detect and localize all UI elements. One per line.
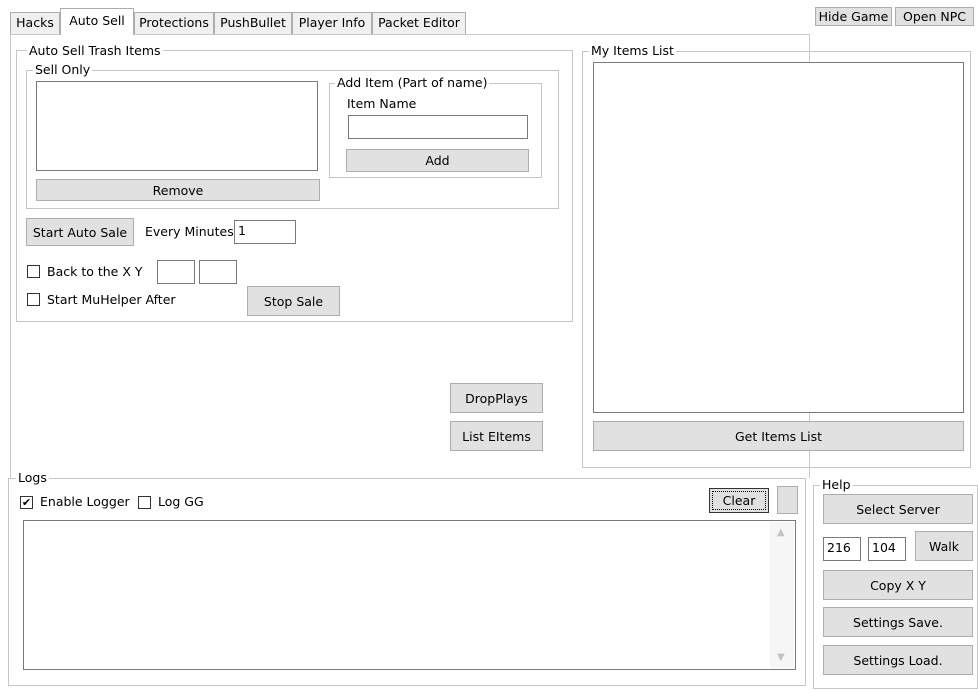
tab-protections[interactable]: Protections bbox=[134, 12, 214, 34]
back-x-input[interactable] bbox=[157, 260, 195, 284]
scroll-down-icon[interactable]: ▼ bbox=[777, 653, 785, 663]
log-gg-checkbox[interactable] bbox=[138, 496, 151, 509]
start-muhelper-label: Start MuHelper After bbox=[47, 292, 176, 307]
settings-load-button[interactable]: Settings Load. bbox=[823, 645, 973, 675]
select-server-button[interactable]: Select Server bbox=[823, 494, 973, 524]
back-y-input[interactable] bbox=[199, 260, 237, 284]
back-to-xy-label: Back to the X Y bbox=[47, 264, 143, 279]
help-y-input[interactable]: 104 bbox=[868, 537, 906, 561]
clear-button[interactable]: Clear bbox=[709, 488, 769, 513]
auto-sell-group-title: Auto Sell Trash Items bbox=[27, 43, 163, 58]
get-items-list-button[interactable]: Get Items List bbox=[593, 421, 964, 451]
help-x-input[interactable]: 216 bbox=[823, 537, 861, 561]
stop-sale-button[interactable]: Stop Sale bbox=[247, 286, 340, 316]
logs-title: Logs bbox=[16, 470, 49, 485]
add-button[interactable]: Add bbox=[346, 149, 529, 172]
logs-extra-button[interactable] bbox=[777, 486, 798, 514]
every-minutes-label: Every Minutes bbox=[145, 224, 234, 239]
start-muhelper-checkbox[interactable] bbox=[27, 293, 40, 306]
walk-button[interactable]: Walk bbox=[915, 531, 973, 561]
enable-logger-label: Enable Logger bbox=[40, 494, 130, 509]
tab-player-info[interactable]: Player Info bbox=[292, 12, 372, 34]
copy-xy-button[interactable]: Copy X Y bbox=[823, 570, 973, 600]
scroll-up-icon[interactable]: ▲ bbox=[777, 528, 785, 538]
open-npc-button[interactable]: Open NPC bbox=[895, 7, 974, 26]
tab-auto-sell[interactable]: Auto Sell bbox=[60, 8, 134, 35]
enable-logger-checkbox[interactable]: ✔ bbox=[20, 496, 33, 509]
dropplays-button[interactable]: DropPlays bbox=[450, 383, 543, 413]
back-to-xy-checkbox[interactable] bbox=[27, 265, 40, 278]
item-name-input[interactable] bbox=[348, 115, 528, 139]
add-item-title: Add Item (Part of name) bbox=[335, 75, 490, 90]
tab-pushbullet[interactable]: PushBullet bbox=[214, 12, 292, 34]
my-items-title: My Items List bbox=[589, 43, 676, 58]
list-eitems-button[interactable]: List EItems bbox=[450, 421, 543, 451]
tab-hacks[interactable]: Hacks bbox=[10, 12, 60, 34]
my-items-listbox[interactable] bbox=[593, 62, 964, 413]
start-auto-sale-button[interactable]: Start Auto Sale bbox=[26, 218, 134, 246]
log-scrollbar[interactable]: ▲ ▼ bbox=[770, 522, 794, 668]
help-title: Help bbox=[820, 477, 853, 492]
hide-game-button[interactable]: Hide Game bbox=[815, 7, 892, 26]
remove-button[interactable]: Remove bbox=[36, 179, 320, 201]
every-minutes-input[interactable]: 1 bbox=[234, 220, 296, 244]
sell-only-title: Sell Only bbox=[33, 62, 93, 77]
sell-only-listbox[interactable] bbox=[36, 81, 318, 171]
log-gg-label: Log GG bbox=[158, 494, 204, 509]
tab-packet-editor[interactable]: Packet Editor bbox=[372, 12, 466, 34]
settings-save-button[interactable]: Settings Save. bbox=[823, 607, 973, 637]
log-textarea[interactable] bbox=[23, 520, 796, 670]
item-name-label: Item Name bbox=[347, 96, 417, 111]
